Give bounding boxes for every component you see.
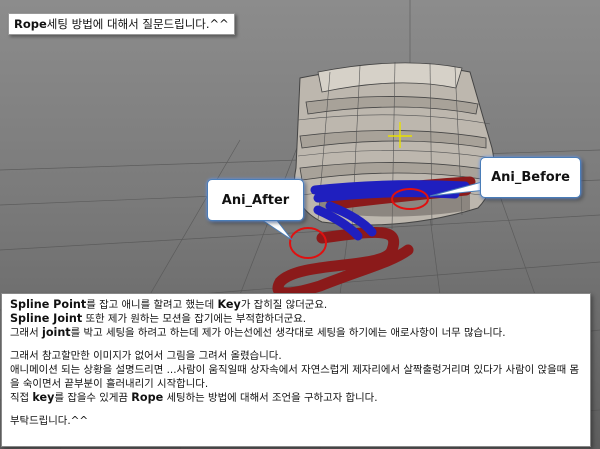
body-line-2: Spline Joint 또한 제가 원하는 모션을 잡기에는 부적합하더군요.	[10, 312, 582, 326]
kw-spline-joint: Spline Joint	[10, 312, 83, 325]
body-text: 직접	[10, 392, 33, 404]
body-text: 를 박고 세팅을 하려고 하는데 제가 아는선에선 생각대로 세팅을 하기에는 …	[70, 327, 506, 339]
body-line-4: 그래서 참고할만한 이미지가 없어서 그림을 그려서 올렸습니다.	[10, 350, 282, 362]
body-text: 또한 제가 원하는 모션을 잡기에는 부적합하더군요.	[82, 313, 307, 325]
kw-key: Key	[217, 298, 241, 311]
body-line-1: Spline Point를 잡고 애니를 할려고 했는데 Key가 잡히질 않더…	[10, 298, 582, 312]
body-text: 그래서	[10, 327, 42, 339]
callout-ani-after: Ani_After	[207, 179, 304, 221]
callout-ani-before: Ani_Before	[480, 157, 581, 198]
body-text: 를 잡고 애니를 할려고 했는데	[86, 299, 218, 311]
title-keyword: Rope	[14, 17, 47, 31]
body-line-5: 애니메이션 되는 상황을 설명드리면 ...사람이 움직일때 상자속에서 자연스…	[10, 364, 580, 390]
kw-rope: Rope	[131, 391, 164, 404]
kw-joint: joint	[41, 326, 71, 339]
body-text: 세팅하는 방법에 대해서 조언을 구하고자 합니다.	[163, 392, 378, 404]
question-title: Rope세팅 방법에 대해서 질문드립니다.^^	[8, 13, 235, 35]
kw-spline-point: Spline Point	[10, 298, 87, 311]
title-text: 세팅 방법에 대해서 질문드립니다.^^	[46, 17, 229, 31]
body-line-3: 그래서 joint를 박고 세팅을 하려고 하는데 제가 아는선에선 생각대로 …	[10, 326, 582, 340]
body-line-7: 부탁드립니다.^^	[10, 415, 89, 427]
callout-before-label: Ani_Before	[491, 170, 570, 185]
body-text: 를 잡을수 있게끔	[54, 392, 132, 404]
callout-after-label: Ani_After	[221, 192, 290, 208]
body-line-6: 직접 key를 잡을수 있게끔 Rope 세팅하는 방법에 대해서 조언을 구하…	[10, 391, 582, 405]
question-body: Spline Point를 잡고 애니를 할려고 했는데 Key가 잡히질 않더…	[1, 293, 591, 447]
body-text: 가 잡히질 않더군요.	[240, 299, 328, 311]
kw-key-lower: key	[32, 391, 55, 404]
